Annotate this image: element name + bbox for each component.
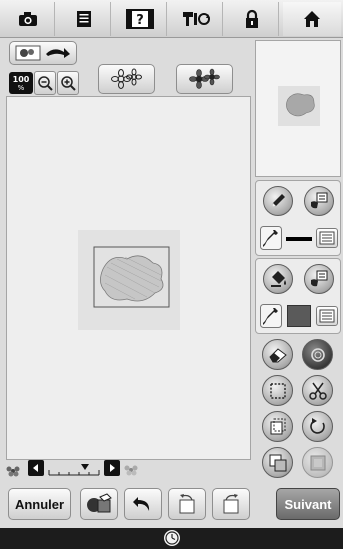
arrow-left-icon: [33, 464, 38, 472]
camera-icon: [19, 12, 37, 26]
tab-document[interactable]: [58, 2, 111, 36]
slider-left-button[interactable]: [28, 460, 44, 476]
shape-eraser-icon: [87, 493, 112, 513]
slider-right-button[interactable]: [104, 460, 120, 476]
eyedropper-icon: [260, 226, 282, 250]
line-brush-icon: [311, 192, 328, 209]
clear-all-button[interactable]: [80, 488, 118, 520]
next-button[interactable]: Suivant: [276, 488, 340, 520]
paint-bucket-icon: [271, 271, 286, 287]
image-transparency-slider[interactable]: [47, 462, 101, 476]
line-dropper-button[interactable]: [260, 226, 282, 250]
region-fill-button[interactable]: [263, 264, 293, 294]
svg-text:?: ?: [136, 13, 144, 28]
zoom-level-value: 100: [12, 74, 30, 84]
lock-icon: [246, 9, 258, 28]
status-bar: [0, 528, 343, 549]
paste-button[interactable]: [262, 447, 293, 478]
region-color-swatch[interactable]: [287, 305, 311, 327]
drawing-canvas[interactable]: [6, 96, 251, 460]
help-icon: ?: [126, 9, 154, 29]
rotate-button[interactable]: [302, 411, 333, 442]
list-icon: [319, 309, 335, 323]
cancel-button[interactable]: Annuler: [8, 488, 71, 520]
zoom-out-button[interactable]: [34, 71, 56, 95]
flower-outline-icon: [110, 68, 142, 89]
region-properties-panel: [255, 258, 341, 334]
undo-button[interactable]: [124, 488, 162, 520]
region-dropper-button[interactable]: [260, 304, 282, 328]
region-brush-icon: [311, 270, 328, 287]
canvas-image: [78, 230, 180, 330]
slider-scale: [48, 464, 100, 476]
filled-image-button[interactable]: [176, 64, 233, 94]
zoom-view-button[interactable]: [302, 339, 333, 370]
flower-small-icon: [6, 462, 20, 477]
rotate-icon: [309, 417, 325, 434]
magnify-icon: [310, 347, 325, 362]
image-swap-icon: [15, 45, 70, 61]
arrow-right-icon: [110, 464, 115, 472]
top-tab-bar: ?: [0, 0, 343, 38]
line-style-button[interactable]: [316, 228, 338, 248]
pencil-icon: [272, 194, 285, 207]
rotate-page-left-icon: [179, 494, 195, 514]
zoom-out-icon: [38, 76, 53, 91]
flower-small-faded-icon: [124, 461, 138, 476]
eraser-button[interactable]: [262, 339, 293, 370]
line-image-button[interactable]: [98, 64, 155, 94]
tab-help[interactable]: ?: [114, 2, 167, 36]
select-rectangle-icon: [269, 382, 286, 399]
line-color-swatch[interactable]: [286, 237, 312, 241]
clock-button[interactable]: [164, 530, 180, 546]
line-eraser-button[interactable]: [304, 186, 334, 216]
resize-icon: [270, 418, 285, 434]
image-swap-button[interactable]: [9, 41, 77, 65]
zoom-in-icon: [61, 76, 76, 91]
line-draw-button[interactable]: [263, 186, 293, 216]
region-style-button[interactable]: [316, 306, 338, 326]
preview-thumbnail: [278, 86, 320, 126]
select-area-button[interactable]: [262, 375, 293, 406]
eyedropper-icon: [260, 304, 282, 328]
clock-icon: [165, 531, 179, 545]
rotate-page-right-icon: [223, 494, 239, 514]
zoom-in-button[interactable]: [57, 71, 79, 95]
eraser-icon: [268, 347, 287, 362]
next-button-label: Suivant: [284, 496, 332, 512]
document-icon: [77, 11, 91, 27]
flower-filled-icon: [188, 68, 220, 89]
previous-step-button[interactable]: [168, 488, 206, 520]
list-icon: [319, 231, 335, 245]
zoom-level-unit: %: [17, 83, 25, 92]
preview-panel: [255, 40, 341, 177]
tab-camera[interactable]: [2, 2, 55, 36]
scissors-icon: [308, 382, 327, 400]
next-step-button[interactable]: [212, 488, 250, 520]
line-properties-panel: [255, 180, 341, 256]
paste-icon: [269, 454, 286, 471]
size-button[interactable]: [262, 411, 293, 442]
tab-home[interactable]: [283, 2, 341, 36]
tab-lock[interactable]: [226, 2, 279, 36]
machine-connect-icon: [183, 12, 210, 26]
region-brush-button[interactable]: [304, 264, 334, 294]
tab-machine-connect[interactable]: [170, 2, 223, 36]
undo-icon: [133, 497, 150, 511]
zoom-level-display: 100 %: [9, 72, 33, 94]
stamp-icon: [310, 455, 325, 470]
home-icon: [304, 11, 320, 27]
stamp-button[interactable]: [302, 447, 333, 478]
cut-button[interactable]: [302, 375, 333, 406]
cancel-button-label: Annuler: [14, 496, 65, 512]
